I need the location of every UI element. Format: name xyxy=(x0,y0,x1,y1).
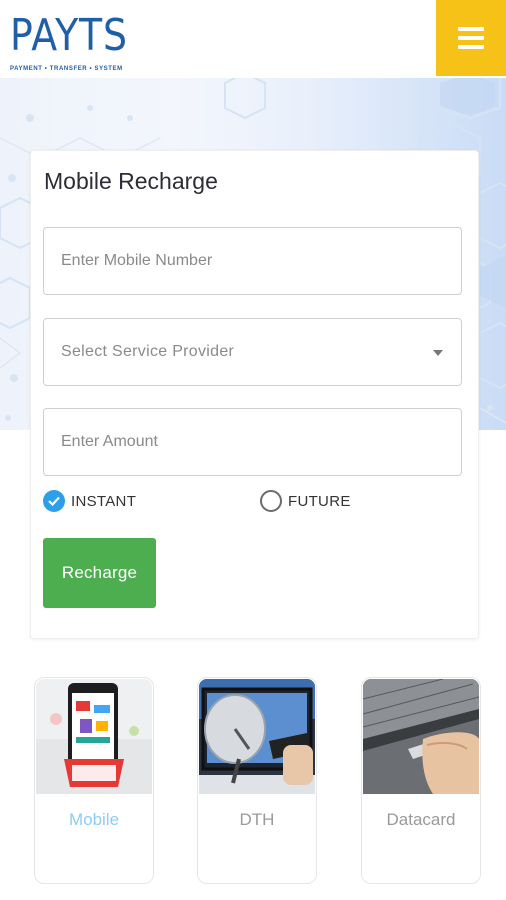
payts-logo[interactable]: PAYTS PAYMENT • TRANSFER • SYSTEM xyxy=(10,10,128,76)
logo-subtitle: PAYMENT • TRANSFER • SYSTEM xyxy=(10,66,123,72)
app-header: PAYTS PAYMENT • TRANSFER • SYSTEM xyxy=(0,0,506,79)
service-tile-mobile[interactable]: Mobile xyxy=(34,677,154,884)
recharge-button[interactable]: Recharge xyxy=(43,538,156,608)
service-tile-dth[interactable]: DTH xyxy=(197,677,317,884)
service-provider-select[interactable]: Select Service Provider xyxy=(43,318,462,386)
chevron-down-icon xyxy=(433,350,443,356)
service-label-datacard: Datacard xyxy=(386,810,456,829)
amount-input[interactable] xyxy=(44,409,461,475)
service-label-dth: DTH xyxy=(239,810,275,829)
logo-text: PAYTS xyxy=(10,10,128,61)
service-label-mobile: Mobile xyxy=(68,810,120,829)
menu-button[interactable] xyxy=(436,0,506,76)
radio-checked-icon[interactable] xyxy=(43,490,65,512)
usb-datacard-image xyxy=(363,679,479,794)
mobile-number-field[interactable] xyxy=(43,227,462,295)
instant-option[interactable]: INSTANT xyxy=(43,489,136,513)
mobile-phone-image xyxy=(36,679,152,794)
service-provider-placeholder: Select Service Provider xyxy=(61,343,235,360)
instant-label: INSTANT xyxy=(71,492,137,510)
future-label: FUTURE xyxy=(288,492,351,510)
satellite-dish-image xyxy=(199,679,315,794)
future-option[interactable]: FUTURE xyxy=(260,489,351,513)
service-tile-datacard[interactable]: Datacard xyxy=(361,677,481,884)
form-title: Mobile Recharge xyxy=(44,168,218,194)
hamburger-menu-icon xyxy=(458,27,484,49)
recharge-form-card: Mobile Recharge Select Service Provider … xyxy=(30,150,479,639)
radio-unchecked-icon[interactable] xyxy=(260,490,282,512)
mobile-number-input[interactable] xyxy=(44,228,461,294)
amount-field[interactable] xyxy=(43,408,462,476)
